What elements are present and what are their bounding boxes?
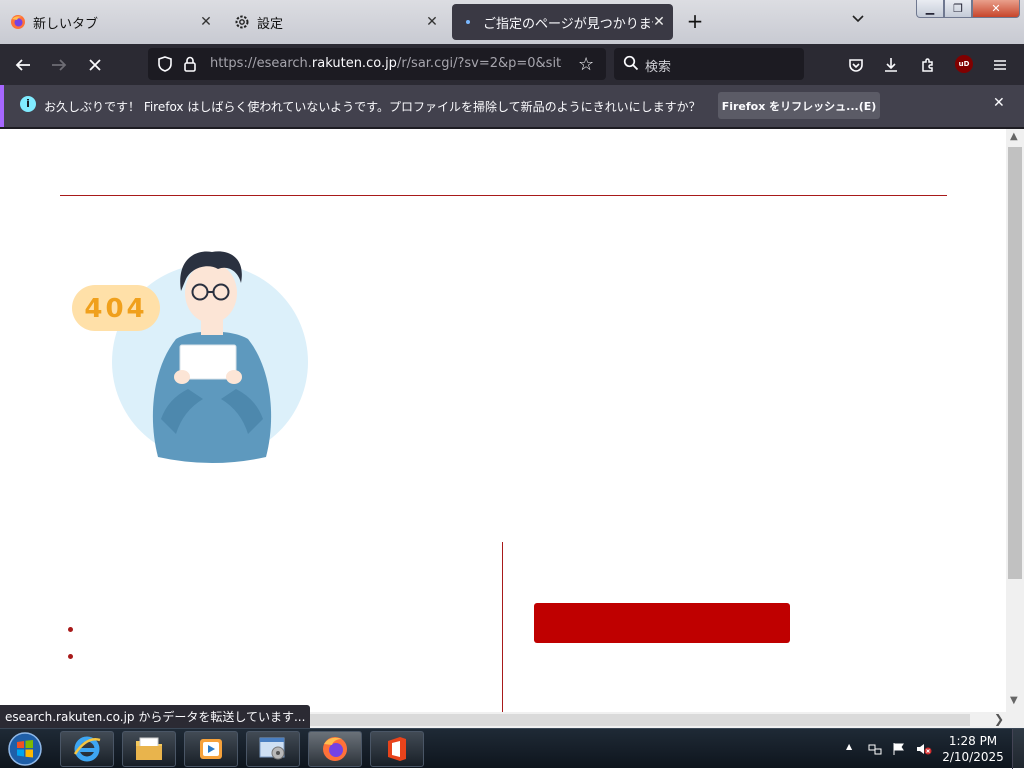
refresh-firefox-notification: i お久しぶりです！ Firefox はしばらく使われていないようです。プロファ…	[0, 85, 1024, 127]
pocket-icon	[849, 59, 863, 72]
primary-action-button[interactable]	[534, 603, 790, 643]
restore-button[interactable]: ❐	[944, 0, 972, 18]
lock-icon[interactable]	[182, 55, 198, 76]
firefox-icon	[10, 14, 26, 30]
close-tab-icon[interactable]: ✕	[198, 14, 214, 30]
tab-new-tab[interactable]: 新しいタブ ✕	[2, 4, 220, 40]
volume-muted-icon[interactable]	[916, 742, 932, 756]
scroll-up-arrow-icon[interactable]: ▲	[1010, 131, 1018, 142]
scroll-right-arrow-icon[interactable]: ❯	[994, 712, 1004, 726]
action-center-flag-icon[interactable]	[892, 742, 906, 756]
gear-icon	[234, 14, 250, 30]
scrollbar-thumb[interactable]	[288, 714, 970, 726]
list-all-tabs-button[interactable]	[848, 12, 868, 32]
bookmark-star-icon[interactable]: ☆	[578, 54, 594, 75]
windows-orb-icon	[8, 732, 42, 766]
tab-settings[interactable]: 設定 ✕	[226, 4, 446, 40]
tab-strip: 新しいタブ ✕ 設定 ✕ ご指定のページが見つかりませんでした ✕ + ▁ ❐ …	[0, 0, 1024, 44]
header-rule	[60, 195, 947, 196]
address-bar[interactable]: https://esearch.rakuten.co.jp/r/sar.cgi/…	[148, 48, 606, 80]
back-button[interactable]	[10, 52, 36, 78]
clock-date: 2/10/2025	[942, 750, 1004, 764]
list-bullet	[68, 654, 73, 659]
downloads-button[interactable]	[878, 52, 904, 78]
file-explorer-icon[interactable]	[122, 731, 176, 767]
tab-current-page[interactable]: ご指定のページが見つかりませんでした ✕	[452, 4, 673, 40]
back-arrow-icon	[15, 59, 30, 71]
tab-title: ご指定のページが見つかりませんでした	[483, 16, 653, 32]
pocket-button[interactable]	[843, 52, 869, 78]
tab-title: 新しいタブ	[33, 16, 99, 32]
close-notification-icon[interactable]: ✕	[993, 95, 1005, 111]
internet-explorer-icon[interactable]	[60, 731, 114, 767]
list-bullet	[68, 627, 73, 632]
windows-taskbar: ▲ 1:28 PM 2/10/2025	[0, 728, 1024, 769]
refresh-firefox-button[interactable]: Firefox をリフレッシュ...(E)	[718, 92, 880, 119]
stop-loading-button[interactable]	[82, 52, 108, 78]
ublock-origin-icon[interactable]: uD	[955, 55, 973, 73]
url-text[interactable]: https://esearch.rakuten.co.jp/r/sar.cgi/…	[210, 56, 562, 71]
minimize-button[interactable]: ▁	[916, 0, 944, 18]
scroll-down-arrow-icon[interactable]: ▼	[1010, 695, 1018, 706]
system-tray: ▲ 1:28 PM 2/10/2025	[844, 729, 1024, 769]
forward-button[interactable]	[46, 52, 72, 78]
chevron-down-icon	[852, 15, 864, 23]
firefox-icon[interactable]	[308, 731, 362, 767]
office-icon[interactable]	[370, 731, 424, 767]
tab-title: 設定	[257, 16, 284, 32]
control-panel-icon[interactable]	[246, 731, 300, 767]
404-illustration: 404	[72, 251, 308, 463]
search-icon	[623, 55, 639, 74]
start-button[interactable]	[6, 731, 44, 767]
error-code-text: 404	[84, 294, 147, 324]
tracking-protection-shield-icon[interactable]	[156, 55, 174, 76]
download-icon	[885, 58, 897, 72]
hamburger-menu-icon	[994, 60, 1006, 70]
clock[interactable]: 1:28 PM 2/10/2025	[940, 733, 1006, 765]
network-icon[interactable]	[868, 742, 882, 756]
vertical-scrollbar[interactable]: ▲ ▼	[1006, 129, 1024, 712]
search-placeholder: 検索	[645, 60, 672, 75]
page-content: 404	[0, 129, 1006, 712]
column-divider	[502, 542, 503, 712]
show-desktop-button[interactable]	[1012, 729, 1024, 769]
puzzle-icon	[922, 58, 933, 72]
new-tab-button[interactable]: +	[684, 11, 706, 33]
scrollbar-thumb[interactable]	[1008, 147, 1022, 579]
show-hidden-icons-icon[interactable]: ▲	[846, 742, 852, 751]
close-tab-icon[interactable]: ✕	[651, 14, 667, 30]
navigation-toolbar: https://esearch.rakuten.co.jp/r/sar.cgi/…	[0, 44, 1024, 85]
window-close-button[interactable]: ✕	[972, 0, 1020, 18]
search-bar[interactable]: 検索	[614, 48, 804, 80]
forward-arrow-icon	[52, 59, 67, 71]
info-icon: i	[20, 96, 36, 112]
status-text: esearch.rakuten.co.jp からデータを転送しています...	[0, 705, 311, 729]
clock-time: 1:28 PM	[948, 734, 998, 748]
extensions-button[interactable]	[915, 52, 941, 78]
close-tab-icon[interactable]: ✕	[424, 14, 440, 30]
media-player-icon[interactable]	[184, 731, 238, 767]
app-menu-button[interactable]	[987, 52, 1013, 78]
loading-dot-icon	[460, 14, 476, 30]
stop-icon	[89, 59, 101, 71]
window-controls: ▁ ❐ ✕	[916, 0, 1020, 20]
notification-message: お久しぶりです！ Firefox はしばらく使われていないようです。プロファイル…	[44, 100, 701, 114]
